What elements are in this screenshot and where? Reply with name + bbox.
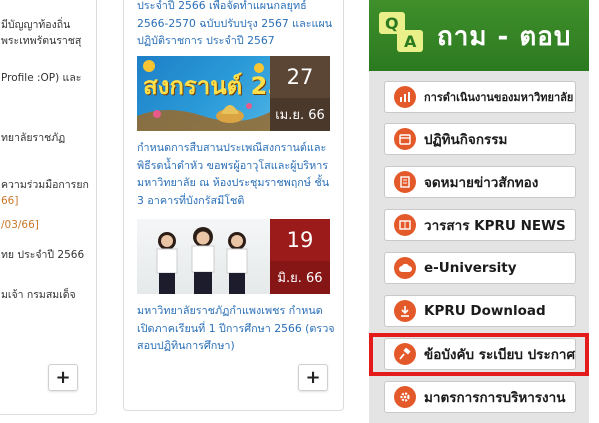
qa-title: ถาม - ตอบ [437,22,572,52]
left-news-column: มีบัญญาท้องถิ่น พระเทพรัตนราชสุ Profile … [0,0,97,415]
journal-icon [394,214,416,236]
news-thumbnail[interactable]: สงกรานต์ 2566 [137,56,270,131]
students-image [156,227,248,294]
qa-banner[interactable]: Q A ถาม - ตอบ [369,0,589,71]
menu-item-kpru-download[interactable]: KPRU Download [384,295,576,327]
menu-item-label: มาตรการการบริหารงาน [424,390,566,406]
menu-item-kpru-news[interactable]: วารสาร KPRU NEWS [384,209,576,241]
left-news-text[interactable]: ทย ประจำปี 2566 [1,247,84,263]
news-month: เม.ย. 66 [270,98,330,131]
download-icon [394,300,416,322]
svg-text:Q: Q [385,14,399,33]
menu-item-university-operations[interactable]: การดำเนินงานของมหาวิทยาลัย [384,81,576,113]
calendar-icon [394,128,416,150]
menu-item-e-university[interactable]: e-University [384,252,576,284]
menu-item-newsletter[interactable]: จดหมายข่าวสักทอง [384,166,576,198]
left-news-text[interactable]: มเจ้า กรมสมเด็จ [1,287,76,303]
left-news-text[interactable]: พระเทพรัตนราชสุ [1,33,81,49]
news-title-link[interactable]: กำหนดการสืบสานประเพณีสงกรานต์และพิธีรดน้… [137,139,337,209]
menu-item-management-measures[interactable]: มาตรการการบริหารงาน [384,381,576,413]
news-thumbnail[interactable] [137,219,270,294]
gear-icon [394,386,416,408]
menu-item-regulations[interactable]: ข้อบังคับ ระเบียบ ประกาศ [384,338,576,370]
left-news-date: 66] [1,195,19,207]
menu-item-label: วารสาร KPRU NEWS [424,218,566,234]
news-date-box: 19 มิ.ย. 66 [270,219,330,294]
gavel-icon [394,343,416,365]
more-button[interactable]: + [298,364,328,391]
news-date-box: 27 เม.ย. 66 [270,56,330,131]
left-news-text[interactable]: Profile :OP) และ [1,70,81,86]
newsletter-icon [394,171,416,193]
chart-icon [394,86,416,108]
menu-item-activity-calendar[interactable]: ปฏิทินกิจกรรม [384,123,576,155]
menu-item-label: e-University [424,260,517,276]
svg-text:A: A [404,32,417,51]
qa-icon: Q A [379,12,423,52]
more-button[interactable]: + [48,364,78,391]
news-month: มิ.ย. 66 [270,261,330,294]
news-title-link[interactable]: ประจำปี 2566 เพื่อจัดทำแผนกลยุทธ์ 2566-2… [137,0,337,50]
left-news-text[interactable]: ความร่วมมือการยก [1,177,89,193]
left-news-text[interactable]: มีบัญญาท้องถิ่น [1,17,70,33]
news-day: 19 [286,228,314,252]
menu-item-label: จดหมายข่าวสักทอง [424,175,539,191]
cloud-icon [394,257,416,279]
news-title-link[interactable]: มหาวิทยาลัยราชภัฏกำแพงเพชร กำหนดเปิดภาคเ… [137,302,337,355]
news-day: 27 [286,65,314,89]
image-caption: สงกรานต์ 2566 [143,72,270,100]
middle-news-column: ประจำปี 2566 เพื่อจัดทำแผนกลยุทธ์ 2566-2… [123,0,344,411]
left-news-date: /03/66] [1,219,39,231]
menu-item-label: การดำเนินงานของมหาวิทยาลัย [424,91,574,104]
menu-item-label: KPRU Download [424,303,546,319]
menu-item-label: ปฏิทินกิจกรรม [424,132,508,148]
quick-menu-panel: การดำเนินงานของมหาวิทยาลัย ปฏิทินกิจกรรม… [369,71,589,423]
left-news-text[interactable]: ทยาลัยราชภัฏ [1,130,65,146]
menu-item-label: ข้อบังคับ ระเบียบ ประกาศ [424,347,576,363]
